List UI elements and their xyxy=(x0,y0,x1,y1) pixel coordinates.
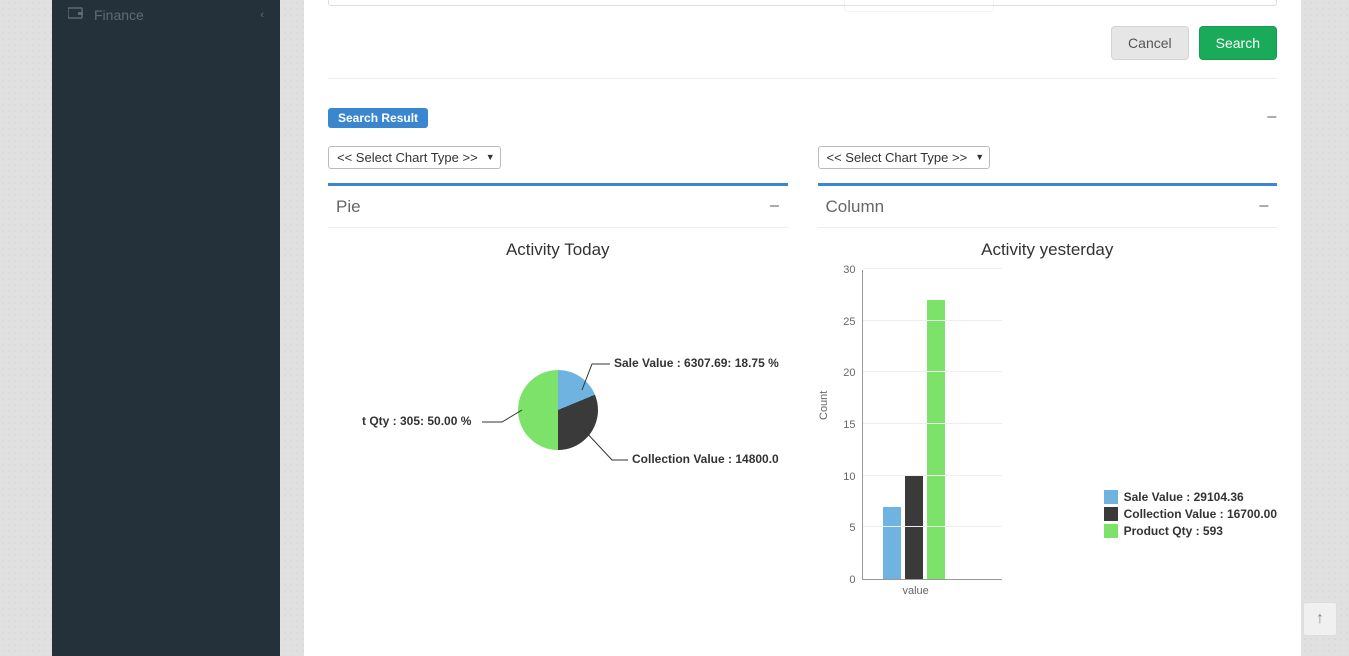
search-result-badge: Search Result xyxy=(328,108,428,128)
grid-line xyxy=(863,320,1002,321)
arrow-up-icon: ↑ xyxy=(1316,610,1324,628)
bar-sale xyxy=(883,507,901,579)
pie-chart: Sale Value : 6307.69: 18.75 % Collection… xyxy=(332,370,784,640)
collapse-pie-icon[interactable]: − xyxy=(769,196,780,217)
chart-type-select-right[interactable]: << Select Chart Type >> xyxy=(818,146,991,169)
sidebar-item-label: Finance xyxy=(94,7,144,23)
chart-type-select-left[interactable]: << Select Chart Type >> xyxy=(328,146,501,169)
grid-line xyxy=(863,268,1002,269)
pie-label-sale: Sale Value : 6307.69: 18.75 % xyxy=(614,356,779,370)
x-axis-label: value xyxy=(903,585,929,597)
left-column: << Select Chart Type >> Pie − Activity T… xyxy=(328,146,788,652)
grid-line xyxy=(863,526,1002,527)
right-column: << Select Chart Type >> Column − Activit… xyxy=(818,146,1278,652)
action-bar: Cancel Search xyxy=(328,26,1277,79)
sidebar: Finance ‹ xyxy=(52,0,280,656)
chevron-left-icon: ‹ xyxy=(260,9,264,21)
pie-label-product: t Qty : 305: 50.00 % xyxy=(362,414,471,428)
filter-panel xyxy=(328,0,1277,6)
legend-label: Collection Value : 16700.00 xyxy=(1124,507,1277,521)
bar-product xyxy=(927,300,945,579)
collapse-column-icon[interactable]: − xyxy=(1258,196,1269,217)
legend-swatch xyxy=(1104,524,1118,538)
y-tick: 25 xyxy=(843,316,855,328)
legend-item-collection: Collection Value : 16700.00 xyxy=(1104,507,1277,521)
pie-line-3 xyxy=(482,410,522,422)
grid-line xyxy=(863,371,1002,372)
wallet-icon xyxy=(68,6,84,23)
bars-group xyxy=(883,270,945,579)
main-content: Cancel Search Search Result − << Select … xyxy=(304,0,1301,656)
y-tick: 30 xyxy=(843,264,855,276)
pie-line-1 xyxy=(582,364,610,390)
pie-panel: Pie − Activity Today Sale Va xyxy=(328,183,788,652)
column-panel: Column − Activity yesterday Count 051015… xyxy=(818,183,1278,622)
bar-chart: Count 051015202530 value Sale Value : 29… xyxy=(822,270,1274,610)
bar-chart-title: Activity yesterday xyxy=(822,240,1274,260)
legend-label: Product Qty : 593 xyxy=(1124,524,1223,538)
pie-line-2 xyxy=(584,430,628,460)
pie-chart-title: Activity Today xyxy=(332,240,784,260)
y-tick: 5 xyxy=(849,522,855,534)
legend-label: Sale Value : 29104.36 xyxy=(1124,490,1244,504)
grid-line xyxy=(863,475,1002,476)
y-tick: 20 xyxy=(843,367,855,379)
pie-panel-title: Pie xyxy=(336,197,361,217)
pie-lines-svg xyxy=(332,370,784,640)
grid-line xyxy=(863,423,1002,424)
bar-legend: Sale Value : 29104.36 Collection Value : … xyxy=(1104,490,1277,541)
scroll-top-button[interactable]: ↑ xyxy=(1303,602,1337,636)
legend-item-product: Product Qty : 593 xyxy=(1104,524,1277,538)
y-axis: 051015202530 xyxy=(822,270,862,580)
y-tick: 15 xyxy=(843,419,855,431)
cancel-button[interactable]: Cancel xyxy=(1111,26,1189,60)
y-tick: 10 xyxy=(843,471,855,483)
legend-swatch xyxy=(1104,490,1118,504)
pie-label-collection: Collection Value : 14800.0 xyxy=(632,452,779,466)
plot-area: value xyxy=(862,270,1002,580)
legend-item-sale: Sale Value : 29104.36 xyxy=(1104,490,1277,504)
y-tick: 0 xyxy=(849,574,855,586)
sidebar-item-finance[interactable]: Finance ‹ xyxy=(52,0,280,33)
search-button[interactable]: Search xyxy=(1199,26,1277,60)
collapse-section-icon[interactable]: − xyxy=(1266,107,1277,128)
column-panel-title: Column xyxy=(826,197,885,217)
filter-input-1[interactable] xyxy=(844,0,994,12)
legend-swatch xyxy=(1104,507,1118,521)
section-header: Search Result − xyxy=(328,107,1277,128)
